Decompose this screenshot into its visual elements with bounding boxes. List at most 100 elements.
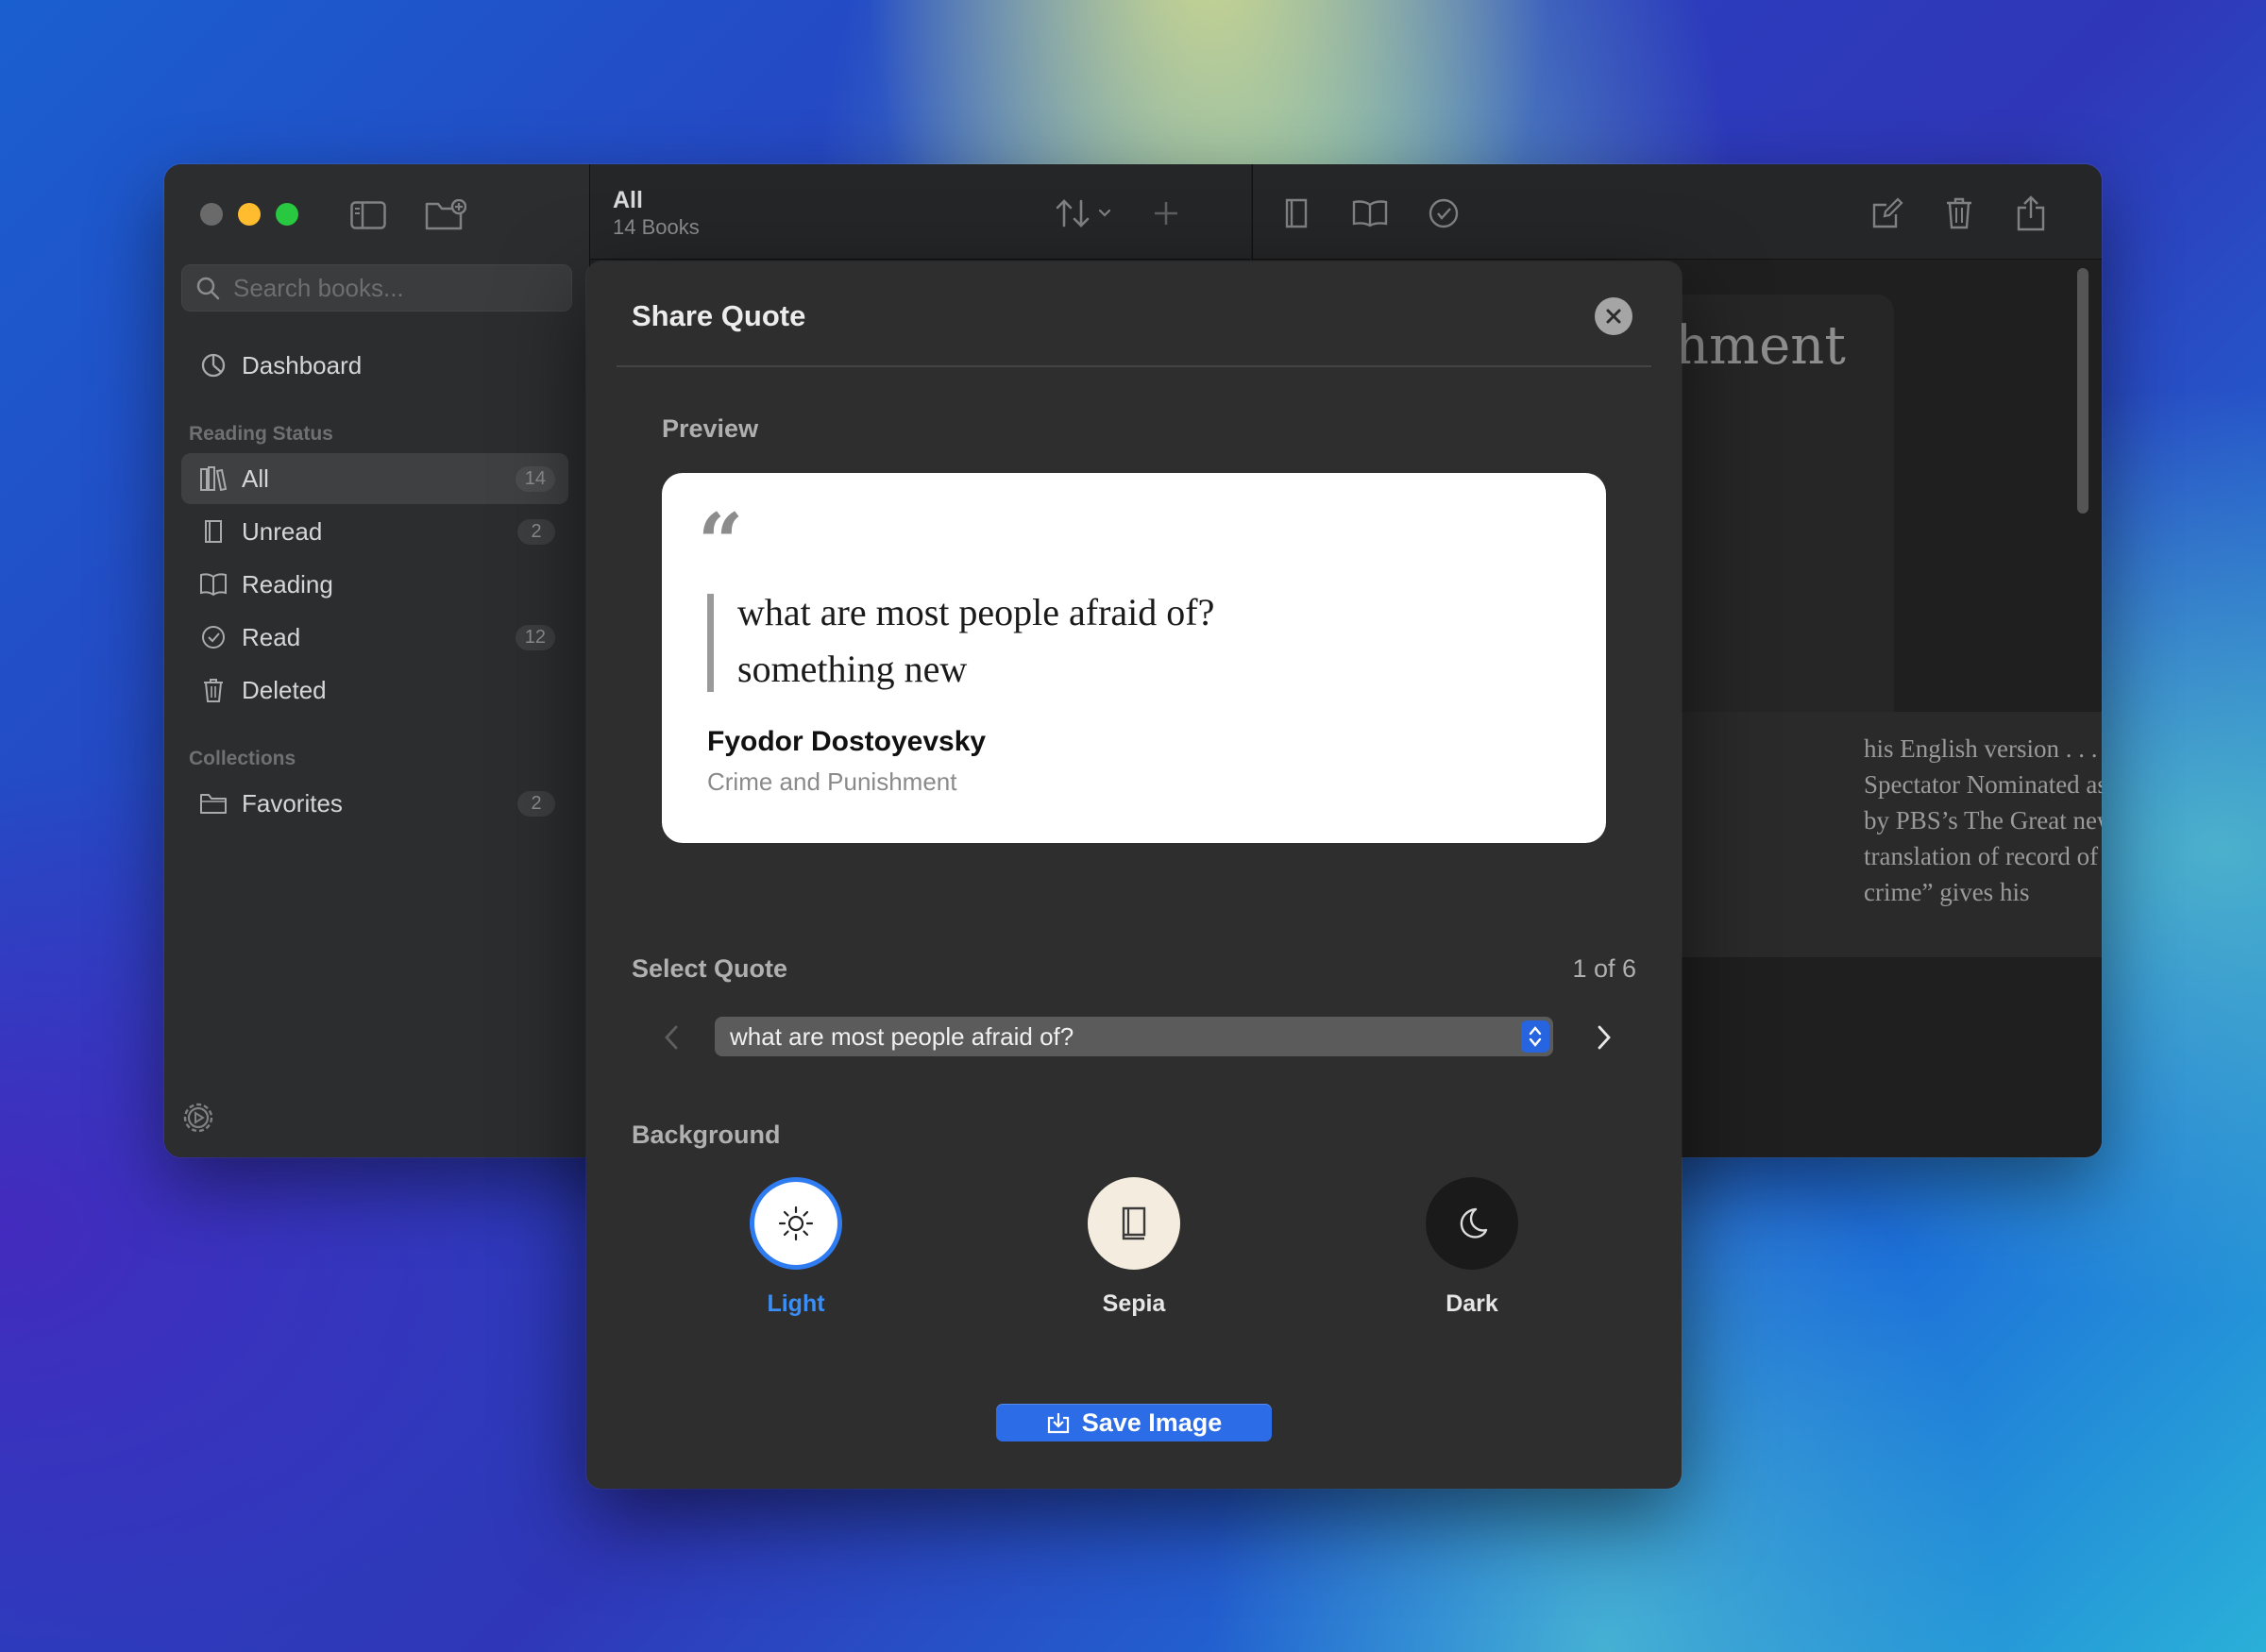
share-button[interactable] bbox=[2008, 191, 2054, 236]
sidebar-item-read[interactable]: Read 12 bbox=[181, 612, 568, 663]
sidebar-icon bbox=[350, 201, 386, 229]
selected-quote-value: what are most people afraid of? bbox=[730, 1022, 1074, 1051]
divider bbox=[617, 365, 1651, 367]
list-toolbar: All 14 Books bbox=[590, 164, 1251, 260]
window-minimize-button[interactable] bbox=[238, 203, 261, 226]
count-badge: 14 bbox=[515, 465, 555, 492]
sidebar-item-dashboard[interactable]: Dashboard bbox=[181, 340, 568, 391]
background-option-dark[interactable]: Dark bbox=[1378, 1177, 1566, 1318]
sepia-swatch[interactable] bbox=[1088, 1177, 1180, 1270]
search-icon bbox=[196, 277, 220, 300]
book-closed-icon bbox=[1285, 198, 1308, 228]
sun-icon bbox=[778, 1205, 814, 1241]
new-collection-button[interactable] bbox=[425, 194, 466, 236]
scrollbar[interactable] bbox=[2077, 268, 2088, 514]
sidebar-item-label: Favorites bbox=[242, 788, 343, 818]
toggle-sidebar-button[interactable] bbox=[347, 194, 389, 236]
sidebar: Dashboard Reading Status All 14 Unread 2… bbox=[164, 164, 590, 1157]
close-icon bbox=[1606, 309, 1621, 324]
list-title: All bbox=[613, 187, 643, 213]
save-image-label: Save Image bbox=[1081, 1408, 1223, 1437]
mark-unread-button[interactable] bbox=[1274, 191, 1319, 236]
mark-reading-button[interactable] bbox=[1347, 191, 1393, 236]
sort-button[interactable] bbox=[1051, 191, 1119, 236]
search-input[interactable] bbox=[231, 272, 556, 304]
trash-icon bbox=[1947, 197, 1971, 229]
background-option-sepia[interactable]: Sepia bbox=[1040, 1177, 1228, 1318]
sidebar-item-deleted[interactable]: Deleted bbox=[181, 665, 568, 716]
background-option-label: Sepia bbox=[1102, 1290, 1166, 1317]
quote-counter: 1 of 6 bbox=[1572, 954, 1636, 983]
trash-icon bbox=[198, 675, 228, 705]
previous-quote-button[interactable] bbox=[651, 1017, 692, 1058]
book-title-fragment: hment bbox=[1675, 315, 1846, 377]
checkmark-circle-icon bbox=[1429, 198, 1459, 228]
save-image-button[interactable]: Save Image bbox=[996, 1404, 1272, 1441]
sidebar-item-label: Read bbox=[242, 622, 301, 651]
light-swatch[interactable] bbox=[750, 1177, 842, 1270]
next-quote-button[interactable] bbox=[1583, 1017, 1625, 1058]
quote-book-title: Crime and Punishment bbox=[707, 767, 957, 796]
count-badge: 2 bbox=[517, 790, 555, 817]
close-dialog-button[interactable] bbox=[1595, 297, 1632, 335]
window-zoom-button[interactable] bbox=[276, 203, 298, 226]
sidebar-item-label: Deleted bbox=[242, 675, 327, 704]
settings-button[interactable] bbox=[179, 1099, 217, 1137]
edit-button[interactable] bbox=[1865, 191, 1910, 236]
reading-status-header: Reading Status bbox=[189, 423, 333, 445]
sidebar-item-favorites[interactable]: Favorites 2 bbox=[181, 778, 568, 829]
folder-icon bbox=[198, 788, 228, 818]
share-icon bbox=[2017, 195, 2045, 231]
select-stepper[interactable] bbox=[1521, 1020, 1549, 1053]
sidebar-item-unread[interactable]: Unread 2 bbox=[181, 506, 568, 557]
dialog-title: Share Quote bbox=[632, 299, 806, 332]
book-open-icon bbox=[1352, 200, 1388, 228]
chevron-right-icon bbox=[1598, 1025, 1611, 1050]
book-closed-icon bbox=[198, 516, 228, 547]
gear-icon bbox=[183, 1103, 213, 1133]
sidebar-item-label: Unread bbox=[242, 516, 323, 546]
book-open-icon bbox=[198, 569, 228, 599]
sidebar-item-label: Reading bbox=[242, 569, 333, 598]
plus-icon bbox=[1155, 202, 1177, 225]
mark-read-button[interactable] bbox=[1421, 191, 1466, 236]
select-quote-label: Select Quote bbox=[632, 954, 788, 983]
background-label: Background bbox=[632, 1121, 781, 1149]
detail-toolbar bbox=[1252, 164, 2102, 260]
add-book-button[interactable] bbox=[1143, 191, 1189, 236]
quote-rule bbox=[707, 594, 714, 692]
delete-button[interactable] bbox=[1936, 191, 1982, 236]
search-field[interactable] bbox=[181, 264, 572, 312]
compose-icon bbox=[1872, 197, 1903, 228]
quote-text: what are most people afraid of? somethin… bbox=[737, 591, 1215, 690]
books-icon bbox=[198, 464, 228, 494]
dark-swatch[interactable] bbox=[1426, 1177, 1518, 1270]
window-close-button[interactable] bbox=[200, 203, 223, 226]
book-description-fragment: his English version . . . really Spectat… bbox=[1656, 712, 2102, 957]
sidebar-item-all[interactable]: All 14 bbox=[181, 453, 568, 504]
sidebar-item-label: All bbox=[242, 464, 269, 493]
sidebar-item-label: Dashboard bbox=[242, 350, 363, 379]
book-icon bbox=[1122, 1206, 1146, 1240]
dashboard-icon bbox=[198, 350, 228, 380]
background-option-label: Dark bbox=[1446, 1290, 1498, 1317]
sort-arrows-icon bbox=[1056, 199, 1111, 228]
background-option-label: Light bbox=[767, 1290, 825, 1317]
moon-icon bbox=[1460, 1207, 1488, 1239]
count-badge: 12 bbox=[515, 624, 555, 650]
share-quote-dialog: Share Quote Preview “ what are most peop… bbox=[586, 261, 1682, 1489]
count-badge: 2 bbox=[517, 518, 555, 545]
quote-select[interactable]: what are most people afraid of? bbox=[715, 1017, 1553, 1056]
download-icon bbox=[1047, 1413, 1069, 1434]
sidebar-item-reading[interactable]: Reading bbox=[181, 559, 568, 610]
background-option-light[interactable]: Light bbox=[702, 1177, 890, 1318]
preview-label: Preview bbox=[662, 414, 759, 443]
collections-header: Collections bbox=[189, 748, 296, 769]
folder-add-icon bbox=[425, 199, 466, 230]
chevron-left-icon bbox=[665, 1025, 678, 1050]
chevron-up-down-icon bbox=[1529, 1026, 1542, 1047]
checkmark-circle-icon bbox=[198, 622, 228, 652]
list-subtitle: 14 Books bbox=[613, 215, 700, 239]
quote-author: Fyodor Dostoyevsky bbox=[707, 726, 987, 757]
quote-mark-icon: “ bbox=[698, 496, 744, 589]
